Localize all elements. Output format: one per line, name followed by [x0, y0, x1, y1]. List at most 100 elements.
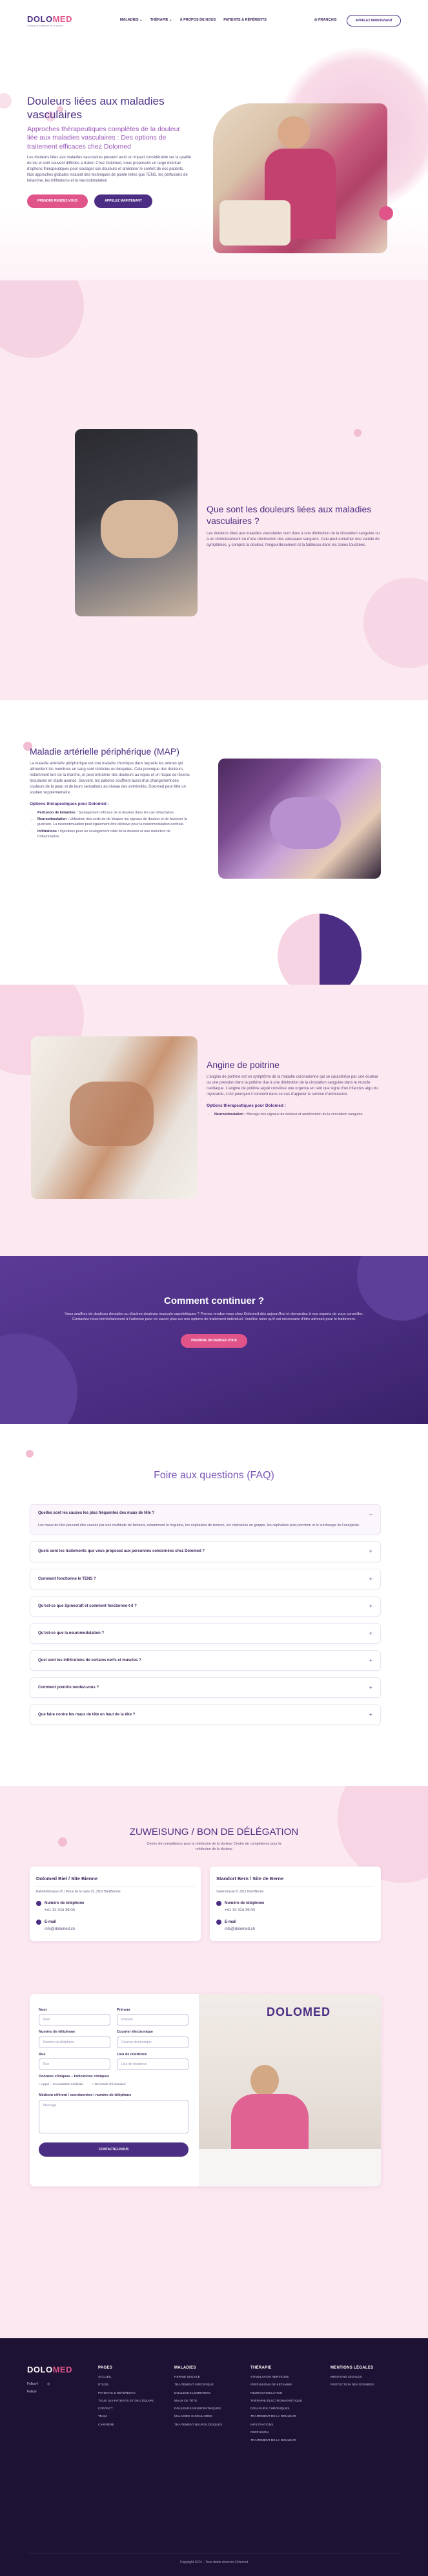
faq-question: Qu'est-ce que la neuromodulation ? [38, 1631, 105, 1635]
footer-link[interactable]: TRAITEMENT NEUROLOGIQUES [174, 2424, 239, 2427]
footer-link[interactable]: CARRIÈRE [98, 2424, 163, 2427]
footer-link[interactable]: NEUROSTIMULATION [250, 2392, 321, 2396]
social-label: Follow [27, 2382, 37, 2386]
footer-link[interactable]: TRAITEMENT DE LA DOULEUR [250, 2415, 321, 2419]
faq-item[interactable]: Comment fonctionne le TENS ? + [30, 1568, 381, 1589]
phone-link[interactable]: +41 32 324 39 00 [45, 1908, 194, 1913]
plus-icon[interactable]: + [369, 1629, 372, 1637]
faq-answer: Les maux de tête peuvent être causés par… [38, 1524, 360, 1528]
plus-icon[interactable]: + [369, 1602, 372, 1610]
book-appointment-button[interactable]: PRENDRE RENDEZ-VOUS [27, 194, 88, 209]
faq-item[interactable]: Quels sont les traitements que vous prop… [30, 1541, 381, 1562]
angine-title: Angine de poitrine [207, 1060, 280, 1070]
footer-link[interactable]: INFILTRATIONS [250, 2424, 321, 2427]
angine-body: L'angine de poitrine est un symptôme de … [207, 1075, 378, 1097]
call-now-button[interactable]: APPELEZ MAINTENANT [347, 15, 401, 26]
faq-item[interactable]: Qu'est-ce que Spinecraft et comment fonc… [30, 1595, 381, 1617]
plus-icon[interactable]: + [369, 1684, 372, 1691]
main-nav: MALADIES ⌄ THÉRAPIE ⌄ À PROPOS DE NOUS P… [120, 18, 267, 23]
faq-item-open[interactable]: Quelles sont les causes les plus fréquen… [30, 1504, 381, 1535]
footer-link[interactable]: TRAITEMENT DE LA DOULEUR [250, 2439, 321, 2443]
location-name: Standort Bern / Site de Berne [216, 1876, 374, 1887]
email-input[interactable]: Courrier électronique [117, 2036, 189, 2048]
location-address: Bahnhofstrasse 25 / Place de la Gare 25,… [36, 1890, 121, 1894]
social-label: Follow [27, 2390, 37, 2394]
site-header: DOLOMED Clinique de traitement de la dou… [0, 0, 428, 41]
email-link[interactable]: info@dolomed.ch [45, 1927, 194, 1932]
plus-icon[interactable]: + [369, 1711, 372, 1719]
footer-link[interactable]: TEAM [98, 2415, 163, 2419]
faq-section: Foire aux questions (FAQ) Quelles sont l… [0, 1424, 428, 1786]
footer-link[interactable]: MAUX DE TÊTE [174, 2400, 239, 2403]
plus-icon[interactable]: + [369, 1575, 372, 1583]
logo-accent: MED [52, 2365, 72, 2374]
next-title: Comment continuer ? [163, 1295, 264, 1306]
referral-form-card: Nom Nom Prénom Prénom Numéro de téléphone N… [30, 1994, 381, 2186]
plus-icon[interactable]: + [369, 1547, 372, 1555]
nav-maladies[interactable]: MALADIES ⌄ [120, 18, 143, 23]
phone-label: Numéro de téléphone [225, 1901, 265, 1905]
phone-link[interactable]: +41 32 324 39 00 [225, 1908, 374, 1913]
faq-question: Qu'est-ce que Spinecraft et comment fonc… [38, 1604, 137, 1608]
contact-submit-button[interactable]: CONTACTEZ-NOUS [39, 2142, 189, 2157]
footer-link[interactable]: PROTECTION DES DONNÉES [331, 2383, 402, 2387]
footer-link[interactable]: PERFUSION [250, 2431, 321, 2435]
minus-icon[interactable]: − [369, 1511, 372, 1518]
footer-link[interactable]: STIMULATION NERVEUSE [250, 2376, 321, 2380]
referral-form: Nom Nom Prénom Prénom Numéro de téléphone N… [39, 2008, 189, 2157]
location-address: Seilerstrasse 8, 3011 Bern/Berne [216, 1890, 264, 1894]
faq-item[interactable]: Quel sont les infiltrations de certains … [30, 1649, 381, 1671]
footer-link[interactable]: PATIENTS & RÉFÉRENTS [98, 2392, 163, 2396]
footer-link[interactable]: PERFUSIONS DE KÉTAMINE [250, 2383, 321, 2387]
field-label: Lieu de résidence [117, 2052, 147, 2057]
faq-item[interactable]: Que faire contre les maux de tête en hau… [30, 1704, 381, 1726]
faq-question: Comment prendre rendez-vous ? [38, 1686, 99, 1690]
decor-dot [379, 206, 393, 220]
call-now-hero-button[interactable]: APPELEZ MAINTENANT [94, 194, 152, 209]
footer-link[interactable]: HERNIE DISCALE [174, 2376, 239, 2380]
radio-evaluation[interactable]: ○ Demande d'évaluation [92, 2083, 126, 2087]
footer-link[interactable]: CONTACT [98, 2407, 163, 2411]
list-item: Neurostimulation : Blocage des signaux d… [214, 1112, 381, 1117]
logo[interactable]: DOLOMED Clinique de traitement de la dou… [27, 14, 72, 28]
location-name: Dolomed Biel / Site Bienne [36, 1876, 194, 1887]
prenom-input[interactable]: Prénom [117, 2014, 189, 2026]
nav-patients[interactable]: PATIENTS & RÉFÉRENTS [223, 18, 267, 23]
decor-blob [278, 914, 362, 985]
location-card-bern: Standort Bern / Site de Berne Seilerstra… [210, 1867, 381, 1942]
faq-item[interactable]: Qu'est-ce que la neuromodulation ? + [30, 1622, 381, 1644]
footer-link[interactable]: DOULEURS CHRONIQUES [250, 2407, 321, 2411]
field-label: Rue [39, 2052, 46, 2057]
social-facebook[interactable]: Follow f [27, 2382, 38, 2387]
footer-link[interactable]: TOUS LES PATIENTS ET DE L'ÉQUIPE [98, 2400, 163, 2403]
email-link[interactable]: info@dolomed.ch [225, 1927, 374, 1932]
footer-link[interactable]: TRAITEMENT SPÉCIFIQUE [174, 2383, 239, 2387]
social-instagram[interactable]: ◎ [47, 2382, 50, 2387]
phone-input[interactable]: Numéro de téléphone [39, 2036, 110, 2048]
nom-input[interactable]: Nom [39, 2014, 110, 2026]
hero-photo [213, 103, 387, 253]
footer-link[interactable]: ACCUEIL [98, 2376, 163, 2380]
faq-item[interactable]: Comment prendre rendez-vous ? + [30, 1677, 381, 1699]
field-label: Prénom [117, 2008, 130, 2012]
decor-blob [357, 1256, 428, 1321]
message-textarea[interactable]: Message [39, 2099, 189, 2133]
nav-about[interactable]: À PROPOS DE NOUS [180, 18, 216, 23]
street-input[interactable]: Rue [39, 2058, 110, 2071]
footer-link[interactable]: ÉTUDE [98, 2383, 163, 2387]
decor-blob [26, 1450, 34, 1458]
plus-icon[interactable]: + [369, 1657, 372, 1664]
footer-link[interactable]: MALADIES VASCULAIRES [174, 2415, 239, 2419]
field-label: Numéro de téléphone [39, 2030, 76, 2035]
nav-therapie[interactable]: THÉRAPIE ⌄ [150, 18, 172, 23]
footer-logo[interactable]: DOLOMED [27, 2364, 72, 2376]
footer-link[interactable]: THÉRAPIE ÉLECTROMAGNÉTIQUE [250, 2400, 321, 2403]
radio-consultation[interactable]: ○ Appui – Consultation médicale [39, 2083, 83, 2087]
hero-title: Douleurs liées aux maladies vasculaires [27, 95, 165, 121]
footer-link[interactable]: DOULEURS NEUROPATHIQUES [174, 2407, 239, 2411]
footer-link[interactable]: DOULEURS LOMBAIRES [174, 2392, 239, 2396]
footer-link[interactable]: MENTIONS LÉGALES [331, 2376, 402, 2380]
language-selector[interactable]: ◎ FRANÇAIS [314, 18, 337, 23]
city-input[interactable]: Lieu de résidence [117, 2058, 189, 2071]
book-appointment-button[interactable]: PRENDRE UN RENDEZ-VOUS [181, 1334, 247, 1348]
